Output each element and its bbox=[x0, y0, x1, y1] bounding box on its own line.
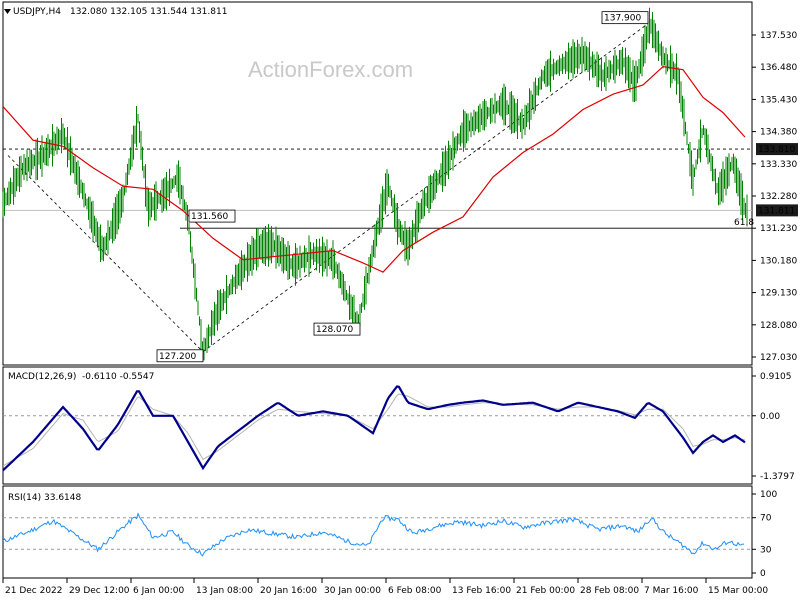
macd-tick-label: 0.00 bbox=[760, 412, 780, 422]
price-tick-label: 134.380 bbox=[760, 128, 797, 138]
price-tick-label: 136.480 bbox=[760, 63, 797, 73]
time-tick-label: 28 Feb 08:00 bbox=[580, 586, 639, 596]
price-tick-label: 132.280 bbox=[760, 192, 797, 202]
chart-canvas: USDJPY,H4 132.080 132.105 131.544 131.81… bbox=[0, 0, 800, 600]
rsi-tick-label: 30 bbox=[760, 545, 772, 555]
price-level-callout: 128.070 bbox=[316, 325, 353, 335]
price-level-callout: 131.560 bbox=[191, 212, 228, 222]
rsi-header-value: 33.6148 bbox=[44, 493, 81, 503]
header-symbol: USDJPY,H4 bbox=[13, 7, 61, 17]
rsi-tick-label: 0 bbox=[760, 569, 766, 579]
macd-tick-label: 0.9105 bbox=[760, 372, 792, 382]
price-tick-label: 129.130 bbox=[760, 289, 797, 299]
price-tick-label: 128.080 bbox=[760, 321, 797, 331]
current-price-label: 131.811 bbox=[758, 206, 795, 216]
time-tick-label: 15 Mar 00:00 bbox=[708, 586, 768, 596]
macd-tick-label: -1.3797 bbox=[760, 472, 795, 482]
time-tick-label: 21 Feb 00:00 bbox=[516, 586, 575, 596]
time-tick-label: 13 Jan 08:00 bbox=[196, 586, 253, 596]
time-tick-label: 29 Dec 12:00 bbox=[69, 586, 130, 596]
header-ohlc: 132.080 132.105 131.544 131.811 bbox=[70, 7, 227, 17]
price-tick-label: 133.330 bbox=[760, 160, 797, 170]
time-tick-label: 21 Dec 2022 bbox=[5, 586, 63, 596]
price-level-label: 133.810 bbox=[758, 145, 795, 155]
time-tick-label: 20 Jan 16:00 bbox=[260, 586, 317, 596]
time-tick-label: 6 Jan 00:00 bbox=[133, 586, 185, 596]
price-level-callout: 127.200 bbox=[159, 352, 196, 362]
macd-header-values: -0.6110 -0.5547 bbox=[82, 372, 154, 382]
price-tick-label: 127.030 bbox=[760, 353, 797, 363]
time-tick-label: 13 Feb 16:00 bbox=[452, 586, 511, 596]
time-tick-label: 30 Jan 00:00 bbox=[324, 586, 381, 596]
macd-header-label: MACD(12,26,9) bbox=[8, 372, 76, 382]
time-tick-label: 6 Feb 08:00 bbox=[388, 586, 442, 596]
fib-label: 61.8 bbox=[734, 218, 754, 228]
watermark: ActionForex.com bbox=[248, 57, 413, 82]
price-level-callout: 137.900 bbox=[604, 14, 641, 24]
rsi-tick-label: 70 bbox=[760, 514, 772, 524]
price-tick-label: 131.230 bbox=[760, 224, 797, 234]
price-tick-label: 135.430 bbox=[760, 95, 797, 105]
price-tick-label: 130.180 bbox=[760, 256, 797, 266]
price-tick-label: 137.530 bbox=[760, 31, 797, 41]
rsi-header-label: RSI(14) bbox=[8, 493, 41, 503]
rsi-tick-label: 100 bbox=[760, 490, 777, 500]
time-tick-label: 7 Mar 16:00 bbox=[644, 586, 699, 596]
